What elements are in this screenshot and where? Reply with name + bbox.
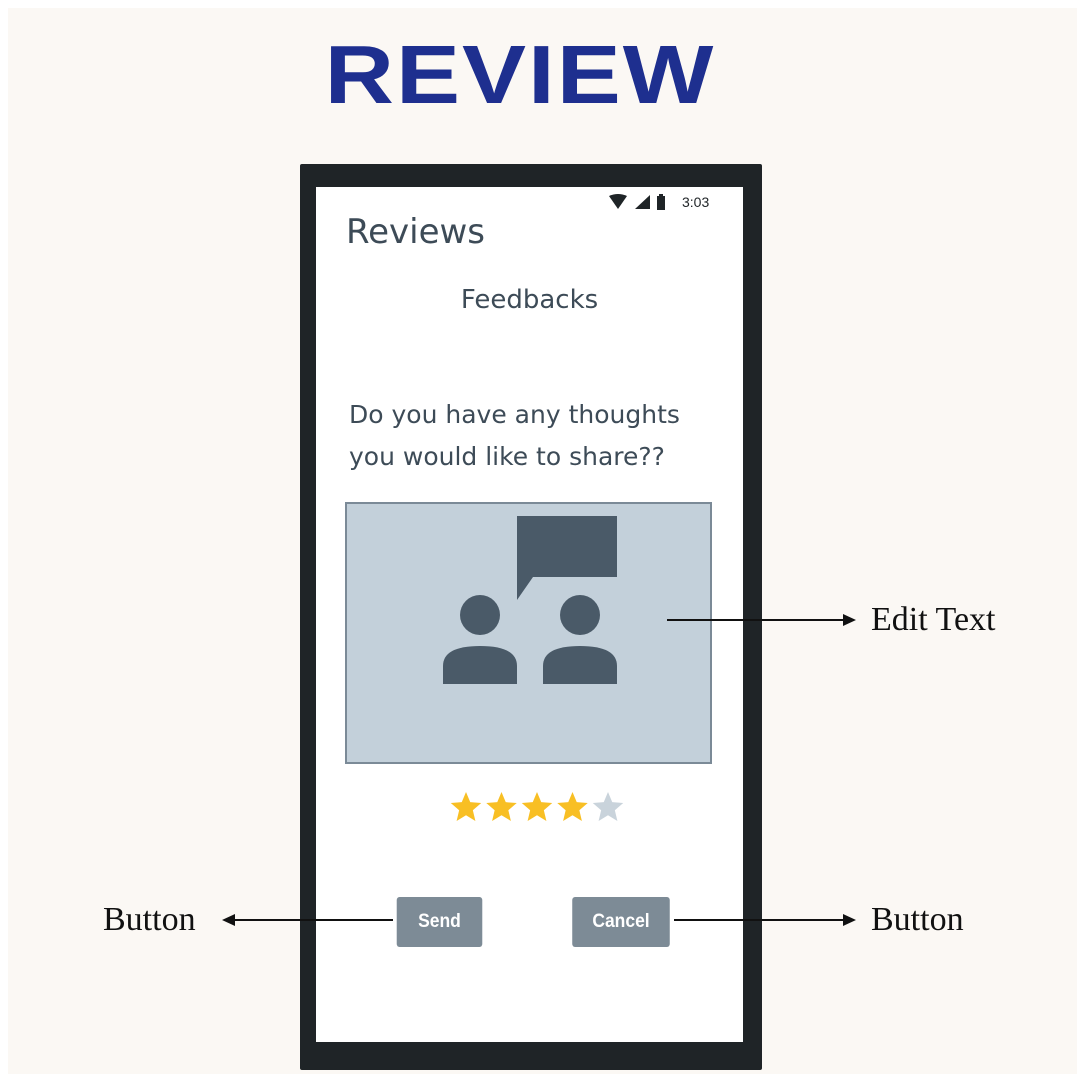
edit-text-label: Edit Text bbox=[871, 601, 996, 638]
button-label-left: Button bbox=[103, 901, 196, 938]
arrow-left-icon bbox=[222, 914, 235, 926]
arrow-right-icon bbox=[843, 614, 856, 626]
arrow-right-icon bbox=[843, 914, 856, 926]
button-label-right: Button bbox=[871, 901, 964, 938]
